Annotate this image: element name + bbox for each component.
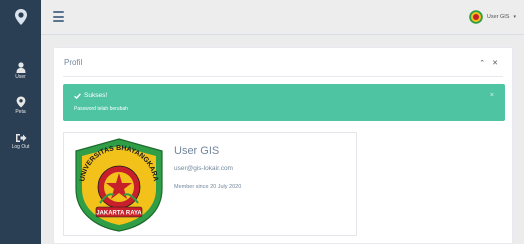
alert-title-text: Sukses! xyxy=(84,92,108,99)
divider xyxy=(63,76,503,77)
sidebar-item-label: Peta xyxy=(15,108,26,115)
profile-panel: Profil ⌃ ✕ Sukses! Password telah beruba… xyxy=(53,47,513,244)
avatar xyxy=(469,10,483,24)
alert-message: Password telah berubah xyxy=(74,106,128,112)
user-icon xyxy=(16,62,25,73)
profile-name: User GIS xyxy=(174,145,220,157)
menu-toggle-icon[interactable] xyxy=(53,11,64,22)
sidebar-item-label: Log Out xyxy=(11,143,30,150)
user-menu[interactable]: User GIS ▾ xyxy=(469,10,516,24)
profile-email: user@gis-lokair.com xyxy=(174,165,233,172)
close-icon[interactable]: ✕ xyxy=(492,59,498,67)
university-emblem: UNIVERSITAS BHAYANGKARA JAKARTA RAYA xyxy=(75,138,163,232)
top-navbar: User GIS ▾ xyxy=(41,0,524,35)
sidebar-item-user[interactable]: User xyxy=(0,54,41,88)
check-icon xyxy=(74,92,81,99)
sidebar: User Peta Log Out xyxy=(0,0,41,244)
user-name: User GIS xyxy=(486,14,510,20)
profile-card: UNIVERSITAS BHAYANGKARA JAKARTA RAYA Use… xyxy=(63,132,357,236)
emblem-bottom-text: JAKARTA RAYA xyxy=(96,211,142,217)
panel-title: Profil xyxy=(64,58,83,67)
map-pin-logo-icon xyxy=(14,9,27,25)
panel-tools: ⌃ ✕ xyxy=(479,59,498,67)
caret-down-icon: ▾ xyxy=(513,14,516,20)
map-marker-icon xyxy=(16,96,25,107)
app-logo[interactable] xyxy=(0,0,41,34)
member-since: Member since 20 July 2020 xyxy=(174,184,242,190)
sidebar-item-logout[interactable]: Log Out xyxy=(0,124,41,158)
alert-close-button[interactable]: × xyxy=(490,92,494,99)
sidebar-item-label: User xyxy=(15,74,26,80)
success-alert: Sukses! Password telah berubah × xyxy=(63,84,505,121)
sidebar-item-peta[interactable]: Peta xyxy=(0,88,41,122)
alert-title: Sukses! xyxy=(74,92,107,99)
sign-out-icon xyxy=(15,133,26,142)
collapse-icon[interactable]: ⌃ xyxy=(479,59,485,67)
